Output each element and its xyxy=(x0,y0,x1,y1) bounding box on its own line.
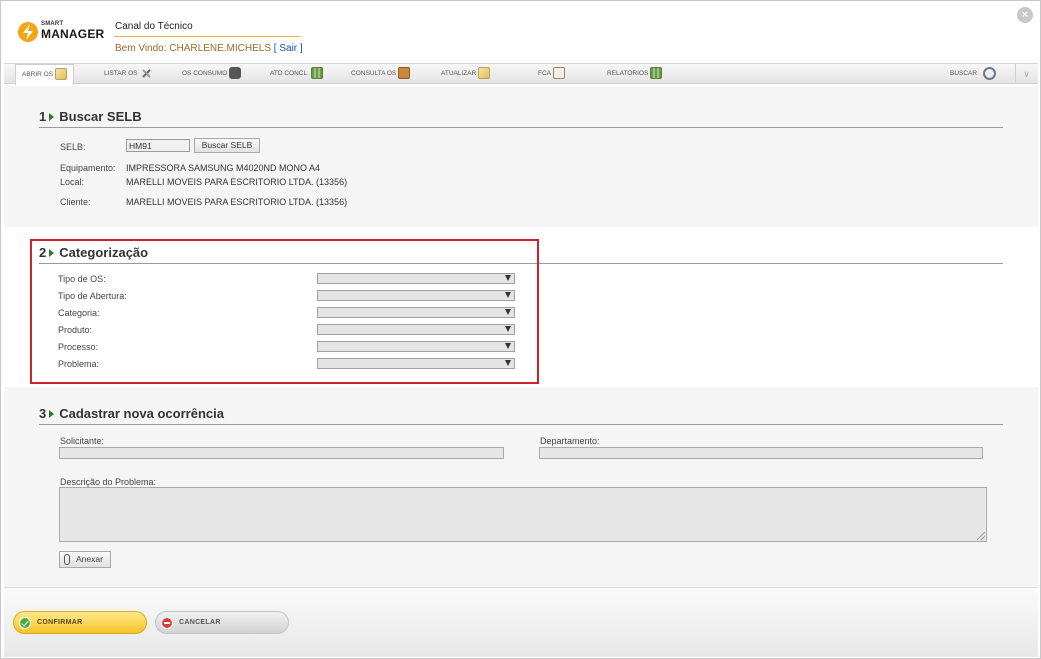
search-icon xyxy=(983,66,997,80)
selb-input[interactable] xyxy=(126,139,190,152)
nav-label: ABRIR OS xyxy=(22,71,54,78)
section1-divider xyxy=(39,127,1003,128)
title-divider xyxy=(114,36,300,37)
edit-icon xyxy=(478,67,491,80)
nav-label: OS CONSUMO xyxy=(182,70,228,77)
nav-os-consumo[interactable]: OS CONSUMO xyxy=(182,64,242,84)
section3-heading: 3 Cadastrar nova ocorrência xyxy=(39,406,224,421)
paperclip-icon xyxy=(64,554,70,565)
nav-atualizar[interactable]: ATUALIZAR xyxy=(441,64,491,84)
requester-field[interactable] xyxy=(59,447,504,459)
nav-consulta-os[interactable]: CONSULTA OS xyxy=(351,64,411,84)
location-value: MARELLI MOVEIS PARA ESCRITORIO LTDA. (13… xyxy=(126,177,348,187)
client-label: Cliente: xyxy=(60,197,91,207)
nav-fca[interactable]: FCA xyxy=(538,64,565,84)
tools-icon xyxy=(142,69,152,78)
nav-atd-concl[interactable]: ATD CONCL. xyxy=(270,64,323,84)
cancel-button[interactable]: CANCELAR xyxy=(155,611,289,634)
nav-label: BUSCAR xyxy=(950,70,978,77)
confirm-label: CONFIRMAR xyxy=(37,619,83,626)
nav-label: CONSULTA OS xyxy=(351,70,397,77)
nav-listar-os[interactable]: LISTAR OS xyxy=(104,64,153,84)
nav-label: RELATORIOS xyxy=(607,70,649,77)
close-icon[interactable]: × xyxy=(1017,7,1033,23)
clipboard-icon xyxy=(553,67,565,80)
box-icon xyxy=(398,67,411,80)
nav-label: LISTAR OS xyxy=(104,70,138,77)
check-icon xyxy=(19,617,31,629)
equipment-label: Equipamento: xyxy=(60,163,116,173)
description-label: Descrição do Problema: xyxy=(60,477,157,487)
section-title: Buscar SELB xyxy=(59,109,142,124)
selb-label: SELB: xyxy=(60,142,86,152)
app-title: Canal do Técnico xyxy=(115,21,193,32)
logout-link[interactable]: [ Sair ] xyxy=(274,43,303,54)
attach-label: Anexar xyxy=(76,554,103,564)
requester-label: Solicitante: xyxy=(60,436,105,446)
section-title: Cadastrar nova ocorrência xyxy=(59,406,224,421)
chevron-down-icon[interactable]: ∨ xyxy=(1015,64,1037,84)
minus-icon xyxy=(161,617,173,629)
grid-icon xyxy=(310,67,323,80)
nav-abrir-os[interactable]: ABRIR OS xyxy=(15,64,75,85)
department-field[interactable] xyxy=(539,447,983,459)
equipment-value: IMPRESSORA SAMSUNG M4020ND MONO A4 xyxy=(126,163,321,173)
client-value: MARELLI MOVEIS PARA ESCRITORIO LTDA. (13… xyxy=(126,197,348,207)
edit-icon xyxy=(55,68,68,81)
nav-buscar[interactable]: BUSCAR xyxy=(950,64,997,84)
arrow-right-icon xyxy=(49,410,55,419)
attach-button[interactable]: Anexar xyxy=(59,551,111,568)
nav-label: ATUALIZAR xyxy=(441,70,477,77)
welcome-line: Bem Vindo: CHARLENE.MICHELS [ Sair ] xyxy=(115,43,303,54)
truck-icon xyxy=(229,67,242,80)
resize-handle-icon[interactable] xyxy=(977,532,985,540)
nav-label: ATD CONCL. xyxy=(270,70,309,77)
logo-bolt-icon xyxy=(18,22,38,42)
confirm-button[interactable]: CONFIRMAR xyxy=(13,611,147,634)
description-textarea[interactable] xyxy=(59,487,987,542)
section-number: 1 xyxy=(39,109,47,124)
department-label: Departamento: xyxy=(540,436,600,446)
cancel-label: CANCELAR xyxy=(179,619,221,626)
nav-relatorios[interactable]: RELATORIOS xyxy=(607,64,663,84)
section3-divider xyxy=(39,424,1003,425)
nav-label: FCA xyxy=(538,70,551,77)
section1-heading: 1 Buscar SELB xyxy=(39,109,142,124)
welcome-prefix: Bem Vindo: xyxy=(115,43,170,54)
logo-main-text: MANAGER xyxy=(41,27,105,41)
user-name: CHARLENE.MICHELS xyxy=(169,43,271,54)
grid-icon xyxy=(650,67,663,80)
highlight-box xyxy=(30,239,539,384)
search-selb-button[interactable]: Buscar SELB xyxy=(194,138,260,153)
location-label: Local: xyxy=(60,177,85,187)
section-number: 3 xyxy=(39,406,47,421)
app-window: SMART MANAGER Canal do Técnico Bem Vindo… xyxy=(0,0,1041,659)
arrow-right-icon xyxy=(49,113,55,122)
main-nav: ABRIR OS LISTAR OS OS CONSUMO ATD CONCL.… xyxy=(4,63,1038,85)
smart-manager-logo: SMART MANAGER xyxy=(17,19,107,45)
